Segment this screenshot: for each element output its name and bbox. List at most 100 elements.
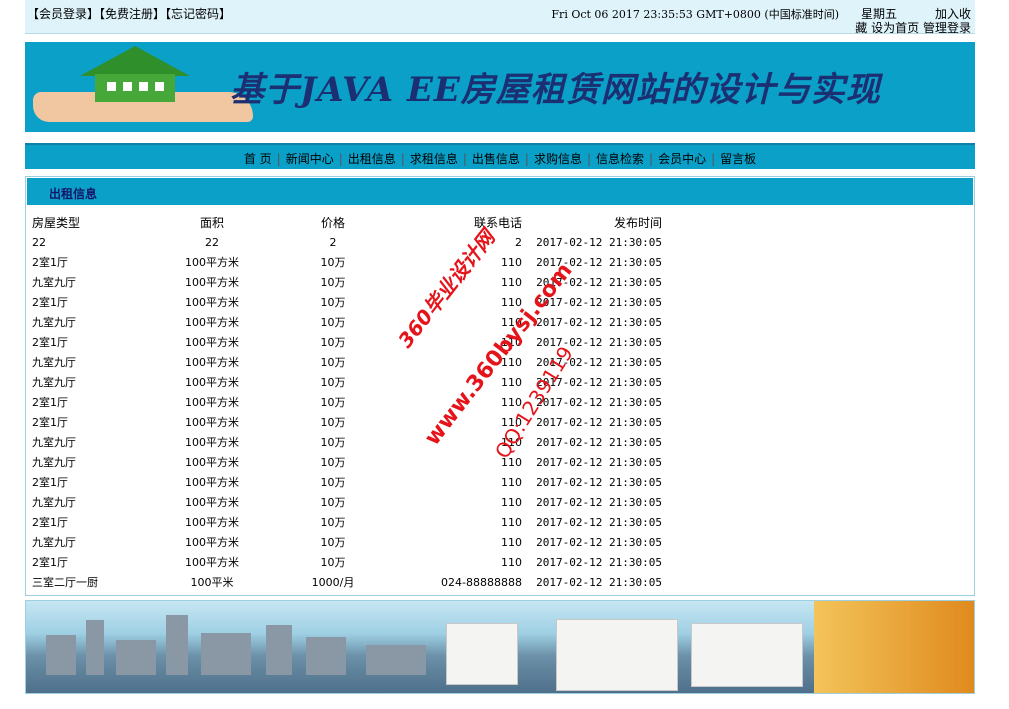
nav-for-sale[interactable]: 出售信息 <box>472 152 520 166</box>
price-cell: 10万 <box>320 496 346 509</box>
phone-cell: 110 <box>501 415 522 429</box>
register-link[interactable]: 【免费注册】 <box>99 7 165 21</box>
table-row[interactable]: 九室九厅 100平方米 10万 110 2017-02-12 21:30:05 <box>32 352 662 372</box>
table-row[interactable]: 2室1厅 100平方米 10万 110 2017-02-12 21:30:05 <box>32 392 662 412</box>
area-cell: 100平方米 <box>185 436 239 449</box>
table-row[interactable]: 九室九厅 100平方米 10万 110 2017-02-12 21:30:05 <box>32 532 662 552</box>
area-cell: 100平方米 <box>185 276 239 289</box>
house-icon <box>95 74 175 102</box>
column-header-phone: 联系电话 <box>473 215 522 230</box>
phone-cell: 110 <box>501 335 522 349</box>
house-type-cell: 2室1厅 <box>32 256 68 269</box>
table-row[interactable]: 2室1厅 100平方米 10万 110 2017-02-12 21:30:05 <box>32 512 662 532</box>
house-type-cell: 2室1厅 <box>32 416 68 429</box>
price-cell: 10万 <box>320 396 346 409</box>
price-cell: 1000/月 <box>311 576 355 589</box>
area-cell: 100平方米 <box>185 536 239 549</box>
publish-time-cell: 2017-02-12 21:30:05 <box>536 255 662 269</box>
price-cell: 10万 <box>320 256 346 269</box>
house-type-cell: 九室九厅 <box>32 376 76 389</box>
nav-search[interactable]: 信息检索 <box>596 152 644 166</box>
publish-time-cell: 2017-02-12 21:30:05 <box>536 575 662 589</box>
nav-buy-wanted[interactable]: 求购信息 <box>534 152 582 166</box>
price-cell: 10万 <box>320 276 346 289</box>
table-row[interactable]: 九室九厅 100平方米 10万 110 2017-02-12 21:30:05 <box>32 372 662 392</box>
panel-title: 出租信息 <box>49 187 98 201</box>
phone-cell: 110 <box>501 535 522 549</box>
set-homepage-link[interactable]: 设为首页 <box>871 21 919 35</box>
phone-cell: 110 <box>501 355 522 369</box>
table-row[interactable]: 九室九厅 100平方米 10万 110 2017-02-12 21:30:05 <box>32 432 662 452</box>
house-type-cell: 2室1厅 <box>32 296 68 309</box>
account-links: 【会员登录】【免费注册】【忘记密码】 <box>27 5 231 22</box>
nav-member-center[interactable]: 会员中心 <box>658 152 706 166</box>
publish-time-cell: 2017-02-12 21:30:05 <box>536 555 662 569</box>
publish-time-cell: 2017-02-12 21:30:05 <box>536 295 662 309</box>
area-cell: 100平方米 <box>185 376 239 389</box>
phone-cell: 110 <box>501 555 522 569</box>
table-row[interactable]: 22 22 2 2 2017-02-12 21:30:05 <box>32 232 662 252</box>
publish-time-cell: 2017-02-12 21:30:05 <box>536 535 662 549</box>
nav-home[interactable]: 首 页 <box>244 152 272 166</box>
table-row[interactable]: 2室1厅 100平方米 10万 110 2017-02-12 21:30:05 <box>32 412 662 432</box>
house-type-cell: 九室九厅 <box>32 276 76 289</box>
nav-news[interactable]: 新闻中心 <box>286 152 334 166</box>
area-cell: 100平方米 <box>185 456 239 469</box>
house-type-cell: 九室九厅 <box>32 316 76 329</box>
table-row[interactable]: 2室1厅 100平方米 10万 110 2017-02-12 21:30:05 <box>32 552 662 572</box>
price-cell: 10万 <box>320 476 346 489</box>
house-type-cell: 九室九厅 <box>32 496 76 509</box>
table-row[interactable]: 九室九厅 100平方米 10万 110 2017-02-12 21:30:05 <box>32 492 662 512</box>
member-login-link[interactable]: 【会员登录】 <box>27 7 99 21</box>
admin-login-link[interactable]: 管理登录 <box>923 21 971 35</box>
house-type-cell: 2室1厅 <box>32 556 68 569</box>
house-type-cell: 2室1厅 <box>32 396 68 409</box>
phone-cell: 110 <box>501 475 522 489</box>
nav-rent-wanted[interactable]: 求租信息 <box>410 152 458 166</box>
table-row[interactable]: 九室九厅 100平方米 10万 110 2017-02-12 21:30:05 <box>32 272 662 292</box>
rental-panel: 出租信息 房屋类型 面积 价格 联系电话 发布时间 22 22 2 2 2017-02-… <box>25 176 975 596</box>
main-nav: 首 页 | 新闻中心 | 出租信息 | 求租信息 | 出售信息 | 求购信息 | 信息检索 | 会员中心 | 留… <box>25 143 975 169</box>
area-cell: 100平方米 <box>185 336 239 349</box>
area-cell: 100平方米 <box>185 256 239 269</box>
phone-cell: 110 <box>501 455 522 469</box>
publish-time-cell: 2017-02-12 21:30:05 <box>536 475 662 489</box>
price-cell: 10万 <box>320 456 346 469</box>
area-cell: 100平方米 <box>185 396 239 409</box>
site-title: 基于JAVA EE房屋租赁网站的设计与实现 <box>230 70 881 110</box>
price-cell: 10万 <box>320 356 346 369</box>
price-cell: 10万 <box>320 316 346 329</box>
publish-time-cell: 2017-02-12 21:30:05 <box>536 395 662 409</box>
table-row[interactable]: 2室1厅 100平方米 10万 110 2017-02-12 21:30:05 <box>32 472 662 492</box>
tower-image <box>814 601 974 693</box>
house-type-cell: 九室九厅 <box>32 536 76 549</box>
publish-time-cell: 2017-02-12 21:30:05 <box>536 495 662 509</box>
table-row[interactable]: 三室二厅一厨 100平米 1000/月 024-88888888 2017-02-12 … <box>32 572 662 592</box>
phone-cell: 110 <box>501 375 522 389</box>
house-type-cell: 2室1厅 <box>32 476 68 489</box>
table-row[interactable]: 2室1厅 100平方米 10万 110 2017-02-12 21:30:05 <box>32 292 662 312</box>
phone-cell: 024-88888888 <box>441 575 522 589</box>
house-type-cell: 三室二厅一厨 <box>32 576 98 589</box>
table-row[interactable]: 2室1厅 100平方米 10万 110 2017-02-12 21:30:05 <box>32 332 662 352</box>
table-row[interactable]: 九室九厅 100平方米 10万 110 2017-02-12 21:30:05 <box>32 312 662 332</box>
table-row[interactable]: 九室九厅 100平方米 10万 110 2017-02-12 21:30:05 <box>32 452 662 472</box>
phone-cell: 110 <box>501 495 522 509</box>
forgot-password-link[interactable]: 【忘记密码】 <box>165 7 231 21</box>
price-cell: 10万 <box>320 436 346 449</box>
nav-guestbook[interactable]: 留言板 <box>720 152 756 166</box>
phone-cell: 110 <box>501 315 522 329</box>
table-header-row: 房屋类型 面积 价格 联系电话 发布时间 <box>32 212 662 232</box>
phone-cell: 110 <box>501 295 522 309</box>
publish-time-cell: 2017-02-12 21:30:05 <box>536 355 662 369</box>
table-row[interactable]: 2室1厅 100平方米 10万 110 2017-02-12 21:30:05 <box>32 252 662 272</box>
shopping-bag-image <box>446 623 518 685</box>
nav-rent-out[interactable]: 出租信息 <box>348 152 396 166</box>
publish-time-cell: 2017-02-12 21:30:05 <box>536 235 662 249</box>
area-cell: 100平方米 <box>185 516 239 529</box>
phone-cell: 2 <box>515 235 522 249</box>
area-cell: 100平方米 <box>185 356 239 369</box>
area-cell: 22 <box>205 235 219 249</box>
add-favorite-link-line2[interactable]: 藏 <box>855 21 867 35</box>
panel-header: 出租信息 <box>27 178 973 205</box>
